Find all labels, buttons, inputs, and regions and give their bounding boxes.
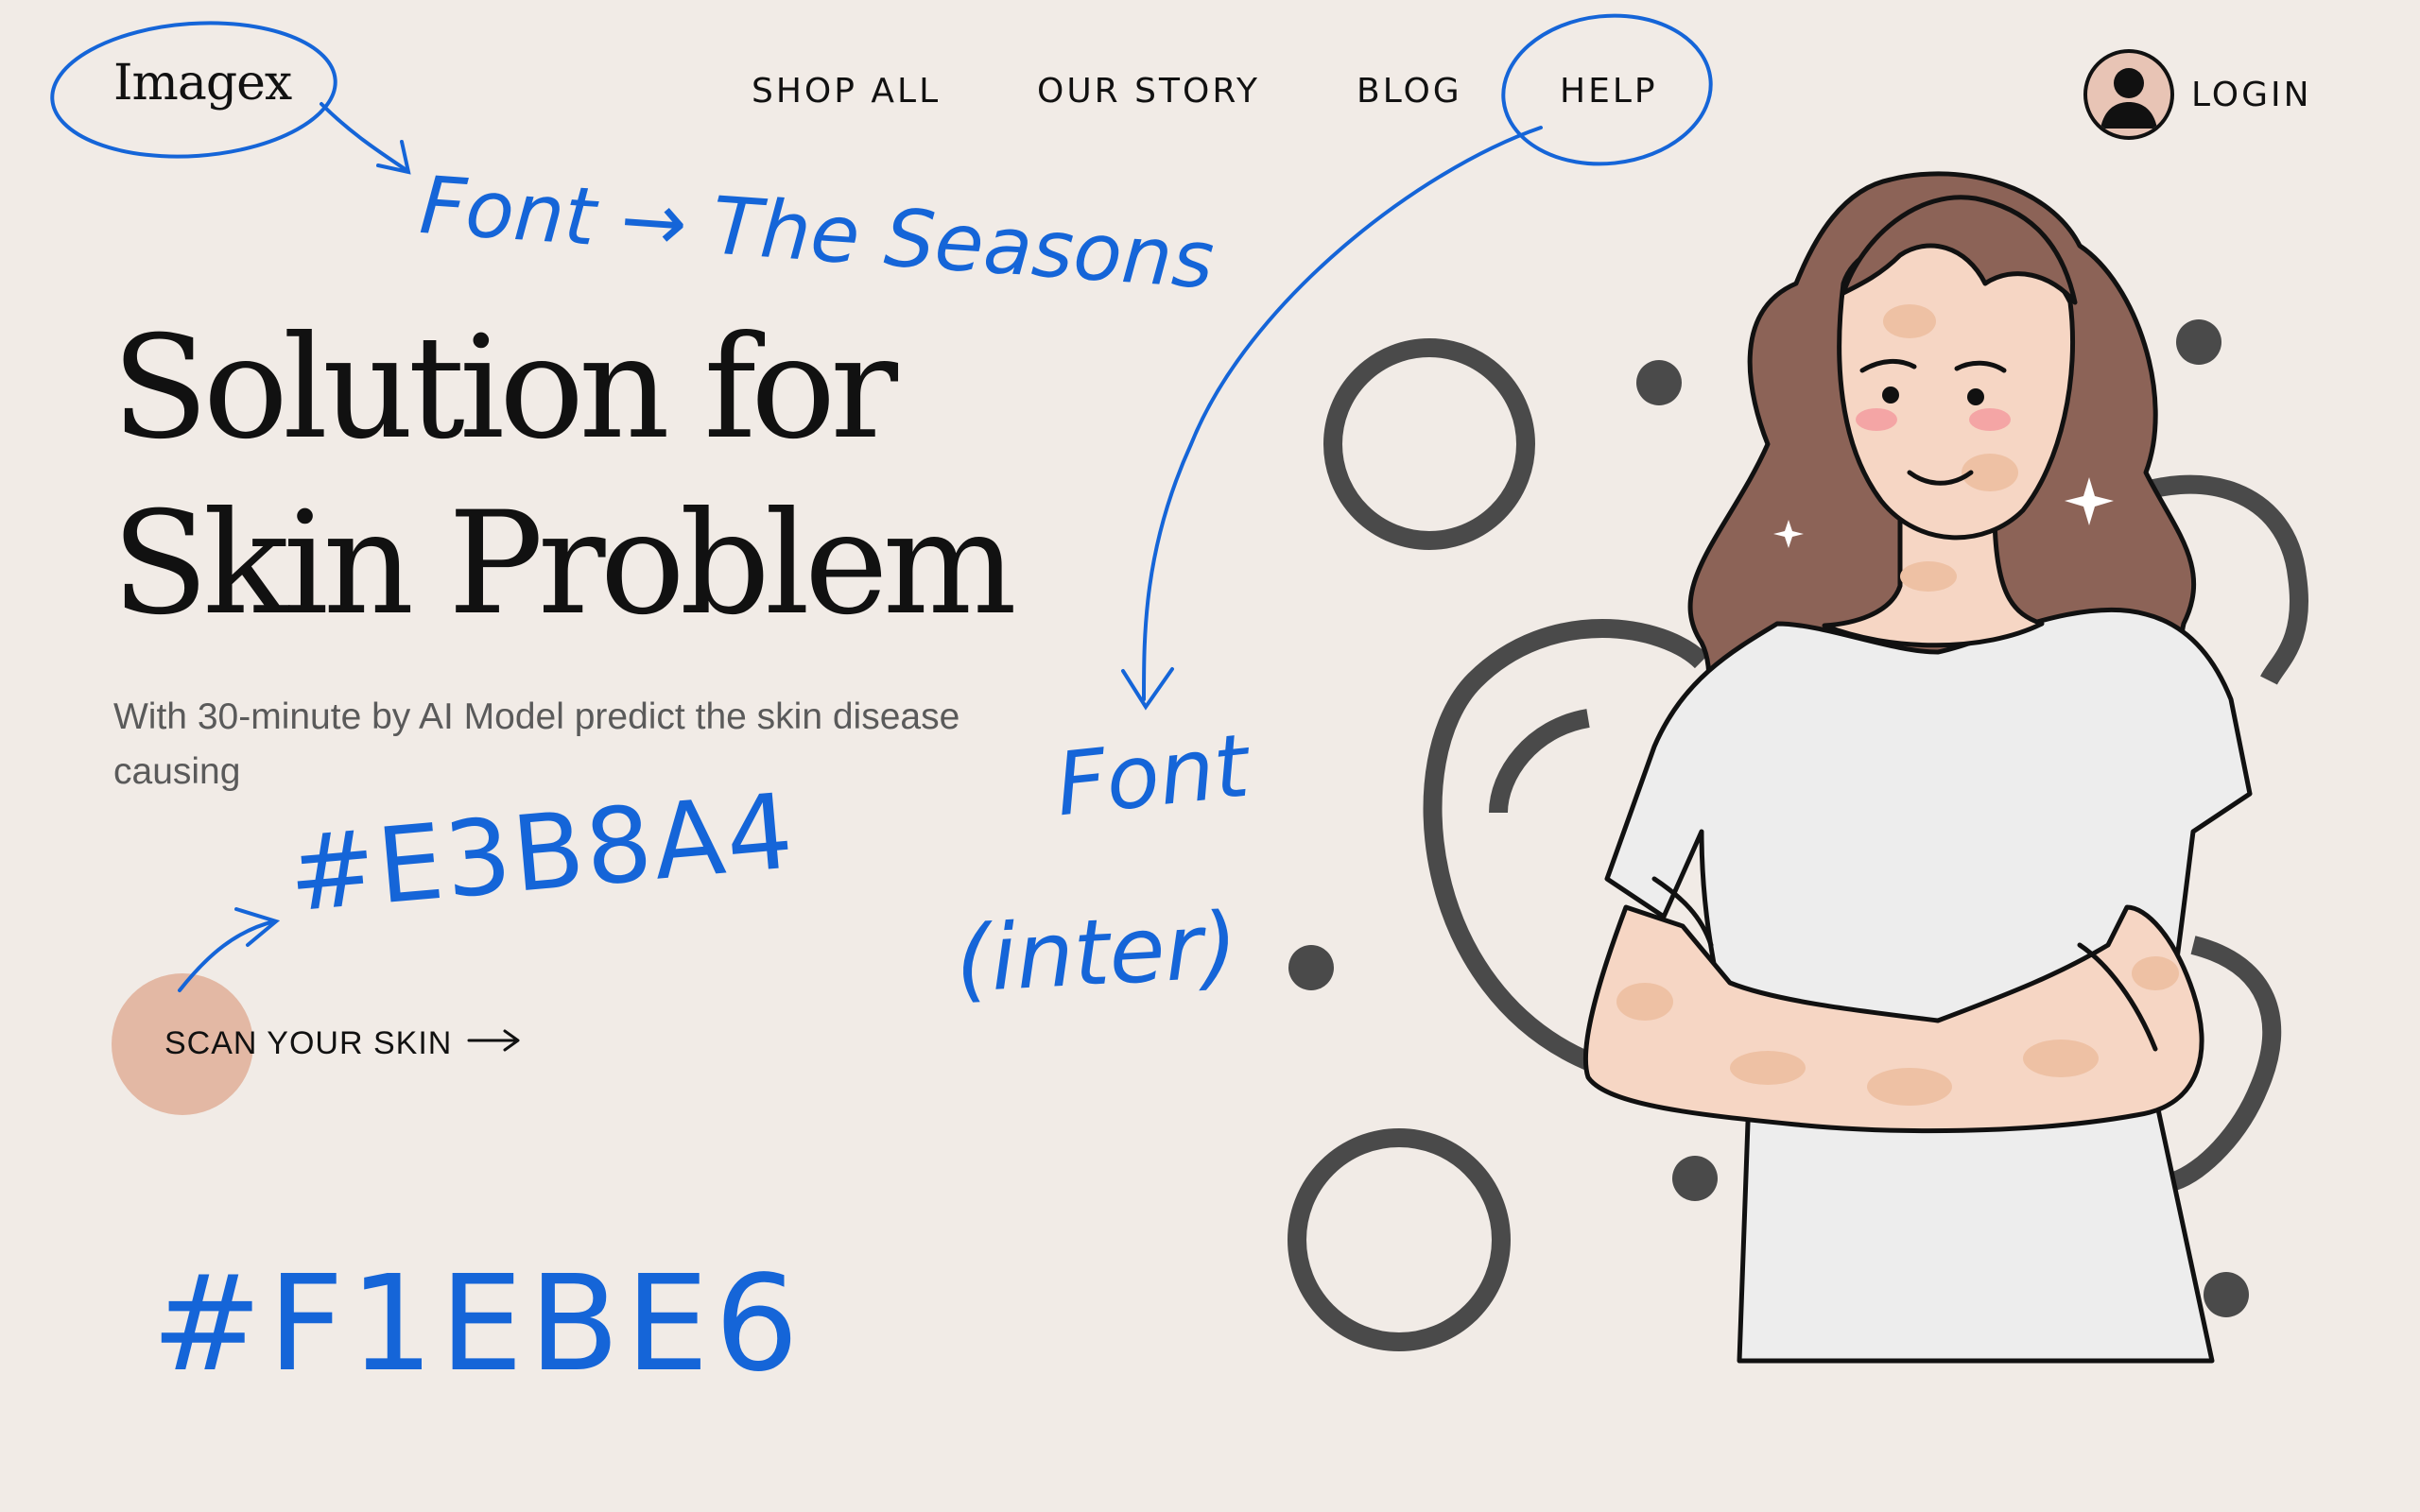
annotation-font-inter: (inter) bbox=[953, 892, 1241, 1013]
annotation-bg-color: #F1EBE6 bbox=[151, 1247, 804, 1401]
annotation-font-label: Font bbox=[1051, 714, 1253, 836]
